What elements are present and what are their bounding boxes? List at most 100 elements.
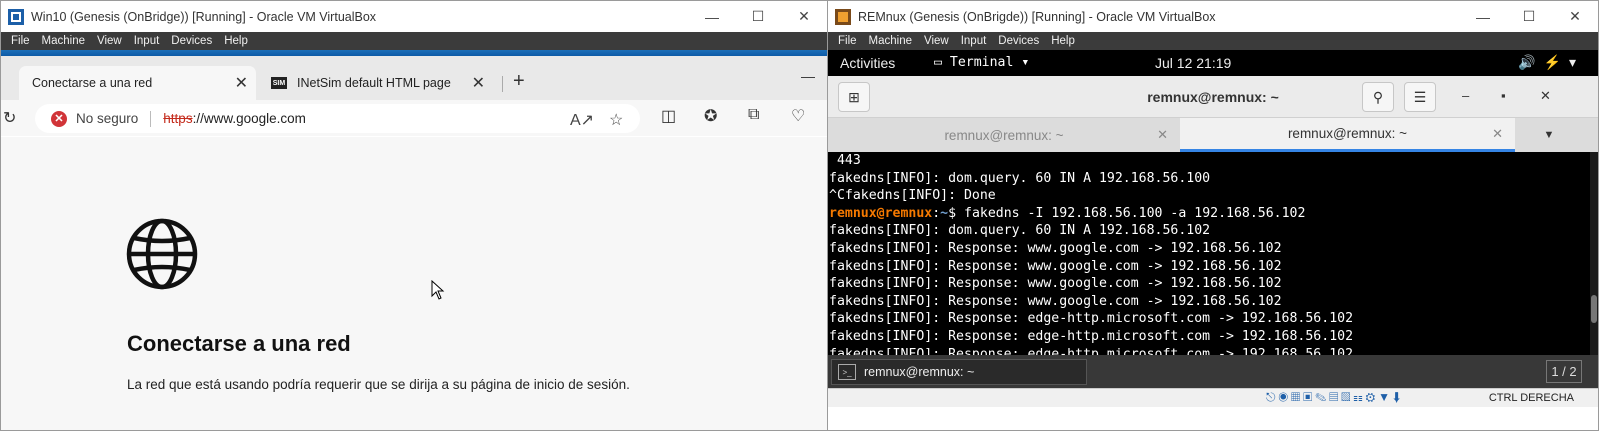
- maximize-icon[interactable]: ▪: [1501, 88, 1506, 103]
- tab-label: INetSim default HTML page: [297, 76, 451, 90]
- taskbar-terminal-item[interactable]: >_ remnux@remnux: ~: [831, 359, 1087, 385]
- menu-view[interactable]: View: [97, 35, 122, 47]
- minimize-icon[interactable]: –: [1462, 88, 1469, 103]
- remnux-titlebar[interactable]: REMnux (Genesis (OnBrigde)) [Running] - …: [828, 1, 1598, 32]
- close-tab-icon[interactable]: ✕: [235, 73, 248, 93]
- tab-divider: [502, 76, 503, 92]
- url-scheme: https: [163, 111, 193, 126]
- virtualbox-icon: [835, 8, 851, 25]
- menu-help[interactable]: Help: [1051, 35, 1075, 47]
- window-title: Win10 (Genesis (OnBridge)) [Running] - O…: [31, 9, 377, 24]
- menu-file[interactable]: File: [838, 35, 857, 47]
- terminal-scrollbar[interactable]: [1590, 152, 1598, 355]
- minimize-button[interactable]: —: [1460, 1, 1506, 32]
- terminal-icon: >_: [838, 364, 856, 380]
- tab-label: remnux@remnux: ~: [1287, 126, 1408, 141]
- maximize-button[interactable]: ☐: [1506, 1, 1552, 32]
- vbox-menubar: File Machine View Input Devices Help: [828, 32, 1598, 50]
- system-tray-icons[interactable]: 🔊⚡▾: [1518, 54, 1584, 71]
- address-toolbar: ↻ ✕ No seguro https ://www.google.com A↗…: [1, 100, 827, 136]
- reload-icon[interactable]: ↻: [3, 108, 16, 128]
- gnome-top-bar: Activities ▭ Terminal ▾ Jul 12 21:19 🔊⚡▾: [828, 50, 1598, 258]
- terminal-line: fakedns[INFO]: Response: www.google.com …: [829, 276, 1282, 292]
- menu-file[interactable]: File: [11, 35, 30, 47]
- close-button[interactable]: ✕: [781, 1, 827, 32]
- prompt-path: ~: [940, 205, 949, 221]
- sim-favicon-icon: SIM: [271, 77, 287, 89]
- virtualbox-icon: [8, 8, 24, 25]
- terminal-tab-1[interactable]: remnux@remnux: ~ ✕: [828, 118, 1180, 152]
- remnux-vm-window: REMnux (Genesis (OnBrigde)) [Running] - …: [827, 0, 1599, 431]
- terminal-line: 443: [829, 153, 861, 168]
- scrollbar-thumb[interactable]: [1591, 295, 1597, 323]
- close-icon[interactable]: ✕: [1540, 88, 1551, 104]
- browser-minimize-icon[interactable]: —: [801, 68, 815, 84]
- menu-machine[interactable]: Machine: [869, 35, 912, 47]
- app-menu-label: Terminal: [949, 55, 1014, 70]
- close-tab-icon[interactable]: ✕: [1492, 126, 1503, 142]
- browser-tabstrip: Conectarse a una red ✕ SIM INetSim defau…: [1, 56, 827, 100]
- activities-button[interactable]: Activities: [840, 55, 895, 71]
- workspace-pager[interactable]: 1 / 2: [1546, 360, 1582, 383]
- tab-conectarse[interactable]: Conectarse a una red ✕: [19, 66, 256, 100]
- globe-icon: [126, 218, 198, 290]
- device-status-icons[interactable]: ⎋◉▦▣✎▤▧☷⚙▼⬇: [1266, 390, 1403, 405]
- terminal-line: ^Cfakedns[INFO]: Done: [829, 188, 996, 204]
- close-tab-icon[interactable]: ✕: [1157, 127, 1168, 143]
- terminal-tabs: remnux@remnux: ~ ✕ remnux@remnux: ~ ✕ ▼: [828, 118, 1598, 152]
- prompt-sep: :: [932, 205, 941, 221]
- favorite-star-icon[interactable]: ☆: [609, 110, 623, 130]
- page-title: Conectarse a una red: [127, 331, 351, 356]
- vbox-menubar: File Machine View Input Devices Help: [1, 32, 827, 50]
- menu-view[interactable]: View: [924, 35, 949, 47]
- taskbar-item-label: remnux@remnux: ~: [864, 365, 975, 379]
- window-title: REMnux (Genesis (OnBrigde)) [Running] - …: [858, 9, 1216, 24]
- close-tab-icon[interactable]: ✕: [472, 73, 485, 93]
- collections-icon[interactable]: ⧉: [748, 106, 759, 124]
- page-content: Conectarse a una red La red que está usa…: [1, 137, 827, 430]
- prompt-user: remnux@remnux: [829, 205, 933, 221]
- vbox-statusbar: ⎋◉▦▣✎▤▧☷⚙▼⬇ CTRL DERECHA: [828, 388, 1598, 407]
- minimize-button[interactable]: —: [689, 1, 735, 32]
- page-description: La red que está usando podría requerir q…: [127, 377, 630, 392]
- terminal-output[interactable]: 443 fakedns[INFO]: dom.query. 60 IN A 19…: [828, 152, 1598, 355]
- guest-taskbar: >_ remnux@remnux: ~ 1 / 2: [828, 355, 1598, 388]
- menu-devices[interactable]: Devices: [998, 35, 1039, 47]
- menu-input[interactable]: Input: [961, 35, 987, 47]
- menu-help[interactable]: Help: [224, 35, 248, 47]
- host-key-label: CTRL DERECHA: [1488, 392, 1574, 404]
- tab-inetsim[interactable]: SIM INetSim default HTML page ✕: [265, 66, 493, 100]
- clock[interactable]: Jul 12 21:19: [1155, 55, 1231, 71]
- tab-label: Conectarse a una red: [32, 76, 153, 90]
- menu-machine[interactable]: Machine: [42, 35, 85, 47]
- win10-titlebar[interactable]: Win10 (Genesis (OnBridge)) [Running] - O…: [1, 1, 827, 32]
- mouse-cursor-icon: [431, 280, 445, 300]
- hamburger-menu-icon[interactable]: ☰: [1404, 82, 1436, 112]
- tabs-dropdown-icon[interactable]: ▼: [1515, 118, 1583, 152]
- menu-devices[interactable]: Devices: [171, 35, 212, 47]
- terminal-line: fakedns[INFO]: dom.query. 60 IN A 192.16…: [829, 223, 1211, 239]
- maximize-button[interactable]: ☐: [735, 1, 781, 32]
- not-secure-icon: ✕: [51, 110, 67, 127]
- favorites-icon[interactable]: ✪: [704, 106, 717, 126]
- prompt-command: $ fakedns -I 192.168.56.100 -a 192.168.5…: [948, 205, 1306, 221]
- menu-input[interactable]: Input: [134, 35, 160, 47]
- browser-health-icon[interactable]: ♡: [791, 106, 805, 126]
- terminal-line: fakedns[INFO]: Response: edge-http.micro…: [829, 311, 1354, 327]
- security-label: No seguro: [76, 111, 139, 126]
- url-divider: [150, 110, 152, 127]
- new-tab-icon[interactable]: +: [513, 70, 525, 93]
- terminal-line: fakedns[INFO]: Response: edge-http.micro…: [829, 346, 1354, 355]
- split-screen-icon[interactable]: ◫: [661, 106, 676, 126]
- close-button[interactable]: ✕: [1552, 1, 1598, 32]
- tab-label: remnux@remnux: ~: [944, 127, 1064, 143]
- win10-vm-window: Win10 (Genesis (OnBridge)) [Running] - O…: [0, 0, 828, 431]
- prompt-line: remnux@remnux:~$ fakedns -I 192.168.56.1…: [829, 205, 1598, 223]
- terminal-tab-2[interactable]: remnux@remnux: ~ ✕: [1180, 118, 1515, 152]
- search-icon[interactable]: ⚲: [1362, 82, 1394, 112]
- terminal-line: fakedns[INFO]: Response: www.google.com …: [829, 293, 1282, 309]
- url-field[interactable]: ✕ No seguro https ://www.google.com A↗ ☆: [35, 104, 640, 133]
- terminal-headerbar: ⊞ remnux@remnux: ~ ⚲ ☰ – ▪ ✕: [828, 76, 1598, 118]
- read-aloud-icon[interactable]: A↗: [570, 110, 594, 130]
- terminal-line: fakedns[INFO]: Response: www.google.com …: [829, 240, 1282, 256]
